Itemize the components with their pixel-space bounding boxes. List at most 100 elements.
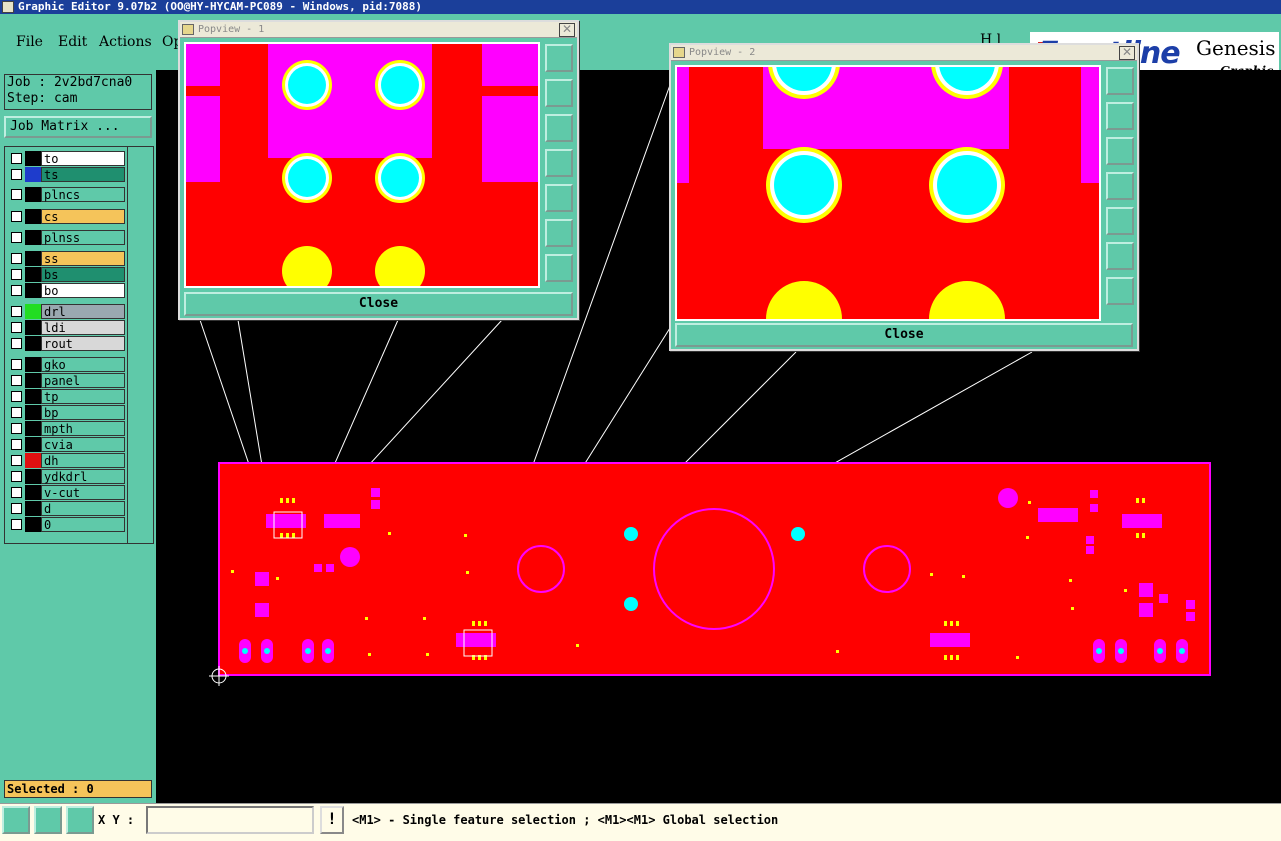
layer-checkbox[interactable] [11,423,22,434]
layer-row[interactable]: 0 [7,517,127,532]
layer-row[interactable]: plnss [7,230,127,245]
layer-checkbox[interactable] [11,253,22,264]
pan-right-icon[interactable] [545,184,573,212]
layer-name[interactable]: gko [41,357,125,372]
layer-row[interactable]: d [7,501,127,516]
layer-name[interactable]: mpth [41,421,125,436]
layer-checkbox[interactable] [11,322,22,333]
pan-up-icon[interactable] [1106,102,1134,130]
zoom-in-icon[interactable] [1106,67,1134,95]
layer-checkbox[interactable] [11,269,22,280]
layer-name[interactable]: to [41,151,125,166]
layer-checkbox[interactable] [11,189,22,200]
popview-1-canvas[interactable] [184,42,540,288]
layer-color-swatch[interactable] [25,304,41,319]
close-icon[interactable]: ✕ [559,23,575,37]
measure-tool-icon[interactable] [34,806,62,834]
layer-name[interactable]: ydkdrl [41,469,125,484]
pan-up-icon[interactable] [545,79,573,107]
popview-1-close-button[interactable]: Close [184,292,573,316]
layer-row[interactable]: ss [7,251,127,266]
layer-color-swatch[interactable] [25,501,41,516]
layer-color-swatch[interactable] [25,336,41,351]
pan-down-icon[interactable] [545,114,573,142]
layer-name[interactable]: plnss [41,230,125,245]
layer-checkbox[interactable] [11,359,22,370]
layer-checkbox[interactable] [11,306,22,317]
layer-checkbox[interactable] [11,153,22,164]
layer-name[interactable]: cvia [41,437,125,452]
menu-file[interactable]: File [16,34,43,50]
layer-row[interactable]: bp [7,405,127,420]
layer-color-swatch[interactable] [25,405,41,420]
layer-color-swatch[interactable] [25,230,41,245]
layer-checkbox[interactable] [11,211,22,222]
layer-name[interactable]: dh [41,453,125,468]
layer-name[interactable]: bo [41,283,125,298]
layer-name[interactable]: ts [41,167,125,182]
layer-name[interactable]: rout [41,336,125,351]
layer-row[interactable]: ydkdrl [7,469,127,484]
layer-checkbox[interactable] [11,519,22,530]
layer-checkbox[interactable] [11,375,22,386]
layer-row[interactable]: rout [7,336,127,351]
menu-edit[interactable]: Edit [58,34,87,50]
layer-checkbox[interactable] [11,439,22,450]
layer-row[interactable]: dh [7,453,127,468]
layer-color-swatch[interactable] [25,373,41,388]
layer-row[interactable]: plncs [7,187,127,202]
layer-name[interactable]: plncs [41,187,125,202]
layer-row[interactable]: to [7,151,127,166]
layer-row[interactable]: ts [7,167,127,182]
layer-name[interactable]: cs [41,209,125,224]
layer-row[interactable]: drl [7,304,127,319]
layer-color-swatch[interactable] [25,267,41,282]
zoom-out-icon[interactable] [545,254,573,282]
layer-checkbox[interactable] [11,232,22,243]
job-matrix-button[interactable]: Job Matrix ... [4,116,152,138]
layer-color-swatch[interactable] [25,389,41,404]
layer-name[interactable]: d [41,501,125,516]
layer-color-swatch[interactable] [25,187,41,202]
layer-row[interactable]: v-cut [7,485,127,500]
menu-actions[interactable]: Actions [99,34,152,50]
layer-color-swatch[interactable] [25,421,41,436]
popview-2-canvas[interactable] [675,65,1101,321]
layer-row[interactable]: cvia [7,437,127,452]
layer-name[interactable]: v-cut [41,485,125,500]
pan-left-icon[interactable] [545,149,573,177]
layer-row[interactable]: panel [7,373,127,388]
zoom-in-icon[interactable] [545,44,573,72]
layer-name[interactable]: tp [41,389,125,404]
xy-input[interactable] [146,806,314,834]
layer-row[interactable]: bs [7,267,127,282]
layer-color-swatch[interactable] [25,283,41,298]
zoom-fit-icon[interactable] [545,219,573,247]
grid-snap-icon[interactable] [66,806,94,834]
layer-name[interactable]: bs [41,267,125,282]
layer-color-swatch[interactable] [25,151,41,166]
layer-color-swatch[interactable] [25,469,41,484]
layer-checkbox[interactable] [11,407,22,418]
layer-row[interactable]: tp [7,389,127,404]
layer-checkbox[interactable] [11,391,22,402]
layer-name[interactable]: drl [41,304,125,319]
layer-checkbox[interactable] [11,169,22,180]
layer-color-swatch[interactable] [25,485,41,500]
layer-checkbox[interactable] [11,285,22,296]
layer-color-swatch[interactable] [25,357,41,372]
layer-checkbox[interactable] [11,487,22,498]
layer-row[interactable]: bo [7,283,127,298]
close-icon[interactable]: ✕ [1119,46,1135,60]
layer-name[interactable]: 0 [41,517,125,532]
layer-list-scrollbar[interactable] [128,146,154,544]
popview-1-titlebar[interactable]: Popview - 1 ✕ [180,22,577,38]
pan-left-icon[interactable] [1106,172,1134,200]
layer-checkbox[interactable] [11,455,22,466]
layer-checkbox[interactable] [11,338,22,349]
layer-row[interactable]: mpth [7,421,127,436]
layer-color-swatch[interactable] [25,167,41,182]
layer-row[interactable]: ldi [7,320,127,335]
layer-color-swatch[interactable] [25,517,41,532]
layer-checkbox[interactable] [11,471,22,482]
